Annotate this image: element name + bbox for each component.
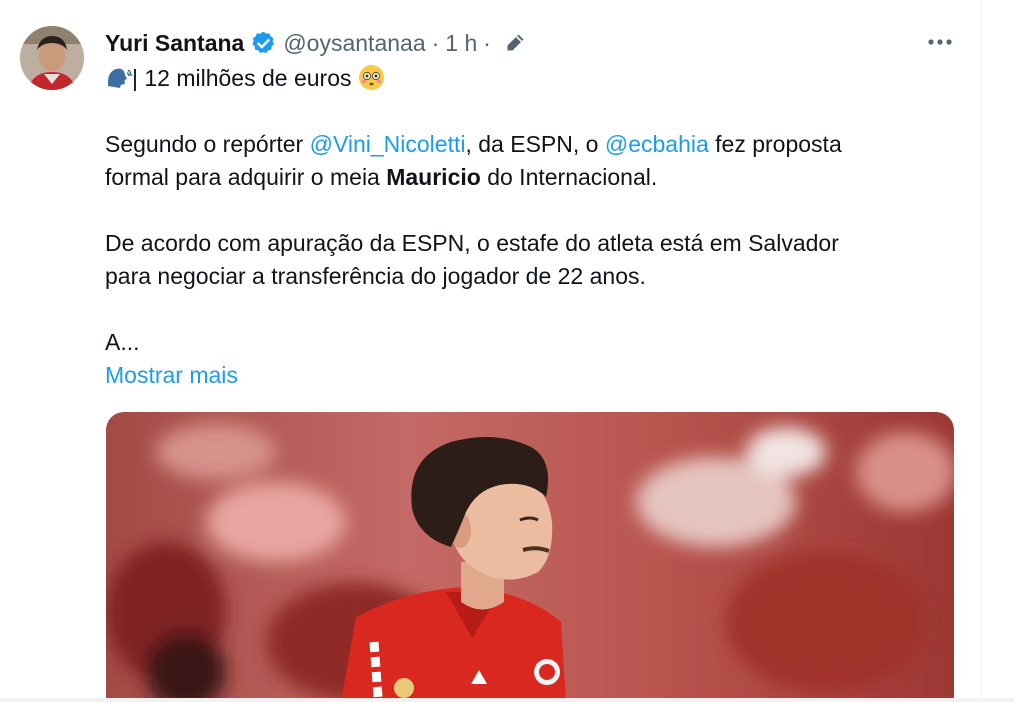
paragraph1-line2: formal para adquirir o meia Mauricio do … [105, 161, 945, 194]
paragraph2-line1: De acordo com apuração da ESPN, o estafe… [105, 230, 839, 256]
speaking-head-icon [105, 64, 132, 91]
mention-link[interactable]: @Vini_Nicoletti [310, 131, 466, 157]
show-more-link[interactable]: Mostrar mais [105, 359, 945, 392]
tweet-card[interactable]: Yuri Santana @oysantanaa · 1 h · | 12 mi… [0, 0, 981, 702]
bottom-divider [0, 698, 1014, 702]
show-more-label[interactable]: Mostrar mais [105, 362, 238, 388]
author-handle[interactable]: @oysantanaa [283, 30, 425, 57]
text-segment: do Internacional. [480, 164, 658, 190]
mention-link[interactable]: @ecbahia [605, 131, 709, 157]
headline-line: | 12 milhões de euros [105, 62, 945, 95]
text-segment: fez proposta [708, 131, 842, 157]
separator-dot: · [431, 29, 440, 56]
more-options-icon[interactable] [926, 28, 954, 56]
verified-badge-icon [250, 30, 277, 57]
avatar[interactable] [20, 26, 84, 90]
tweet-media-image[interactable] [106, 412, 954, 702]
truncated-text: A... [105, 329, 140, 355]
paragraph2-line2: para negociar a transferência do jogador… [105, 263, 646, 289]
tweet-text: | 12 milhões de euros Segundo o repórter… [105, 62, 945, 392]
text-segment: , da ESPN, o [465, 131, 605, 157]
headline-text: | 12 milhões de euros [132, 65, 352, 91]
tweet-header: Yuri Santana @oysantanaa · 1 h · [105, 26, 527, 60]
timestamp[interactable]: 1 h [445, 30, 477, 57]
bold-player-name: Mauricio [386, 164, 481, 190]
separator-dot: · [483, 29, 491, 56]
paragraph1-line1: Segundo o repórter @Vini_Nicoletti, da E… [105, 128, 945, 161]
column-divider [981, 0, 982, 702]
text-segment: Segundo o repórter [105, 131, 310, 157]
flushed-face-icon [358, 64, 385, 91]
author-name[interactable]: Yuri Santana [105, 30, 244, 57]
text-segment: formal para adquirir o meia [105, 164, 387, 190]
edited-pencil-icon[interactable] [503, 31, 527, 55]
